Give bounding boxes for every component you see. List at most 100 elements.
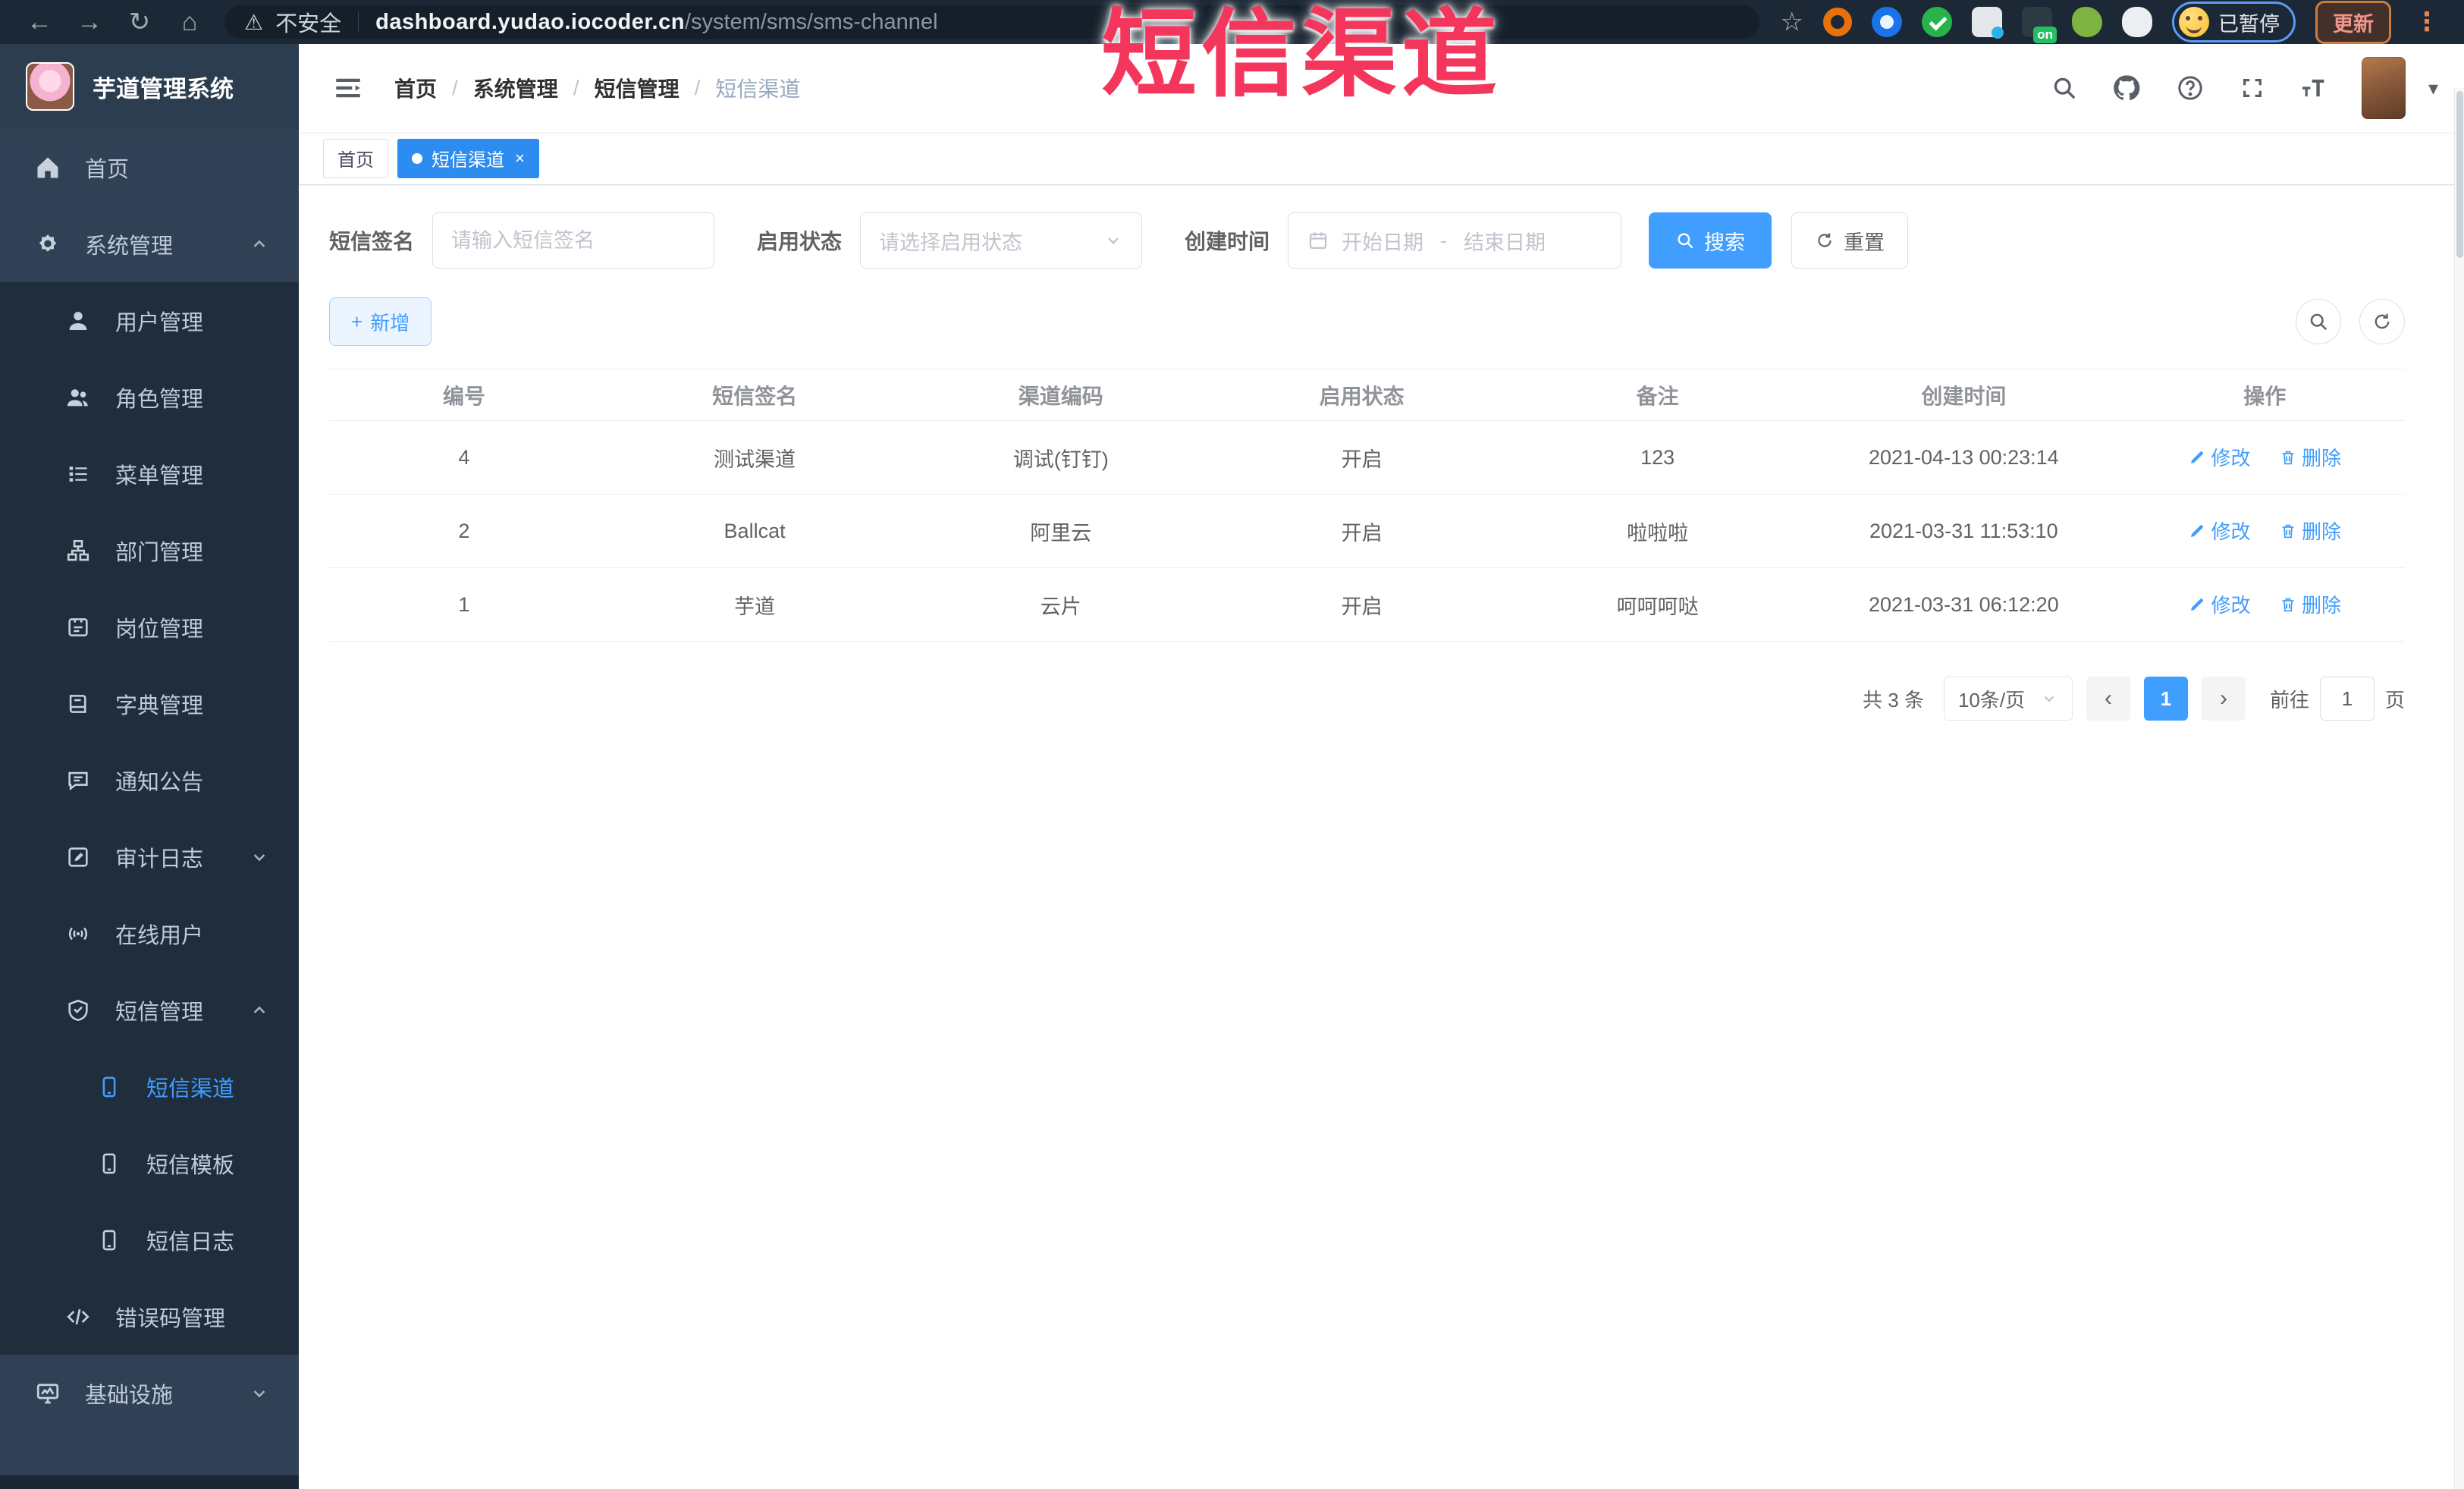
goto-page-input[interactable] — [2319, 677, 2375, 721]
cell-remark: 啦啦啦 — [1512, 494, 1803, 568]
prev-page-button[interactable]: ‹ — [2086, 677, 2130, 721]
sidebar-item-notice[interactable]: 通知公告 — [0, 742, 299, 818]
extension-icon[interactable] — [1823, 8, 1852, 36]
tab-sms-channel[interactable]: 短信渠道 × — [397, 138, 539, 178]
goto-label: 前往 — [2269, 688, 2309, 712]
cell-channel-code: 调试(钉钉) — [910, 420, 1212, 495]
extension-icon[interactable] — [2072, 7, 2102, 37]
add-button[interactable]: + 新增 — [329, 297, 432, 346]
sidebar-item-role-management[interactable]: 角色管理 — [0, 359, 299, 435]
sidebar-item-sms-template[interactable]: 短信模板 — [0, 1125, 299, 1202]
chevron-up-icon — [249, 234, 270, 255]
edit-link[interactable]: 修改 — [2188, 517, 2250, 545]
cell-remark: 呵呵呵哒 — [1512, 567, 1803, 642]
column-header: 备注 — [1512, 369, 1803, 421]
edit-link[interactable]: 修改 — [2188, 590, 2250, 618]
home-icon[interactable]: ⌂ — [170, 5, 209, 39]
reload-icon[interactable]: ↻ — [120, 5, 159, 39]
sidebar-item-label: 角色管理 — [115, 387, 204, 412]
page-unit-label: 页 — [2384, 688, 2405, 712]
sidebar-item-audit-log[interactable]: 审计日志 — [0, 818, 299, 895]
fullscreen-icon[interactable] — [2239, 74, 2266, 102]
add-button-label: 新增 — [370, 311, 410, 335]
edit-link[interactable]: 修改 — [2188, 443, 2250, 471]
page-size-select[interactable]: 10条/页 — [1943, 677, 2073, 721]
bookmark-star-icon[interactable]: ☆ — [1781, 7, 1803, 37]
reset-button-label: 重置 — [1844, 231, 1885, 254]
search-icon[interactable] — [2051, 74, 2078, 102]
paused-extension-badge[interactable]: 已暂停 — [2172, 2, 2296, 42]
extension-icon[interactable] — [1972, 7, 2004, 39]
forward-icon[interactable]: → — [70, 5, 109, 39]
font-size-icon[interactable] — [2299, 74, 2328, 102]
sidebar-item-menu-management[interactable]: 菜单管理 — [0, 435, 299, 512]
sidebar-item-sms-management[interactable]: 短信管理 — [0, 972, 299, 1048]
sidebar-item-sms-channel[interactable]: 短信渠道 — [0, 1048, 299, 1125]
extension-icon[interactable] — [2022, 7, 2057, 43]
announcement-icon — [64, 768, 93, 793]
page-scrollbar[interactable] — [2454, 88, 2464, 1489]
extension-icon[interactable] — [1872, 7, 1902, 37]
page-number-1[interactable]: 1 — [2143, 677, 2188, 721]
status-select[interactable]: 请选择启用状态 — [860, 212, 1143, 269]
back-icon[interactable]: ← — [20, 5, 59, 39]
sign-input[interactable] — [451, 228, 696, 253]
chevron-down-icon — [249, 847, 270, 868]
hamburger-icon[interactable] — [325, 64, 372, 112]
sidebar-item-system-management[interactable]: 系统管理 — [0, 206, 299, 282]
sidebar-item-sms-log[interactable]: 短信日志 — [0, 1202, 299, 1278]
sidebar-item-error-code[interactable]: 错误码管理 — [0, 1278, 299, 1355]
sidebar-item-infrastructure[interactable]: 基础设施 — [0, 1355, 299, 1431]
sidebar-item-post-management[interactable]: 岗位管理 — [0, 589, 299, 665]
audit-log-icon — [64, 844, 93, 870]
table-row: 1 芋道 云片 开启 呵呵呵哒 2021-03-31 06:12:20 修改 删… — [329, 567, 2405, 642]
tab-home[interactable]: 首页 — [323, 138, 388, 178]
security-label[interactable]: 不安全 — [275, 6, 341, 38]
users-icon — [64, 385, 93, 410]
column-header: 创建时间 — [1803, 369, 2125, 421]
toggle-search-icon[interactable] — [2296, 299, 2341, 344]
refresh-table-icon[interactable] — [2359, 299, 2405, 344]
browser-update-button[interactable]: 更新 — [2315, 0, 2391, 44]
extension-icon[interactable] — [1922, 7, 1952, 37]
date-range-picker[interactable]: 开始日期 - 结束日期 — [1288, 212, 1622, 269]
scrollbar-thumb[interactable] — [2456, 91, 2463, 258]
caret-down-icon[interactable]: ▾ — [2428, 77, 2438, 100]
sidebar-item-department-management[interactable]: 部门管理 — [0, 512, 299, 589]
breadcrumb-item[interactable]: 系统管理 — [473, 73, 558, 103]
breadcrumb-item[interactable]: 首页 — [394, 73, 437, 103]
close-icon[interactable]: × — [515, 149, 525, 168]
breadcrumb-item[interactable]: 短信管理 — [595, 73, 680, 103]
sidebar-item-home[interactable]: 首页 — [0, 129, 299, 206]
cell-status: 开启 — [1211, 567, 1513, 642]
browser-menu-icon[interactable]: ⋮ — [2411, 7, 2444, 37]
sidebar-logo[interactable]: 芋道管理系统 — [0, 44, 299, 129]
delete-link[interactable]: 删除 — [2279, 443, 2341, 471]
paused-label: 已暂停 — [2218, 12, 2280, 36]
sidebar-item-label: 在线用户 — [115, 923, 204, 948]
extension-icon[interactable] — [2122, 7, 2152, 37]
column-header: 编号 — [329, 369, 599, 421]
sidebar-item-label: 审计日志 — [115, 847, 204, 872]
next-page-button[interactable]: › — [2201, 677, 2246, 721]
reset-button[interactable]: 重置 — [1791, 212, 1909, 269]
avatar[interactable] — [2361, 57, 2406, 119]
github-icon[interactable] — [2111, 73, 2142, 103]
sidebar-item-label: 首页 — [85, 157, 130, 182]
delete-link[interactable]: 删除 — [2279, 590, 2341, 618]
monitor-icon — [33, 1380, 62, 1407]
delete-label: 删除 — [2301, 594, 2341, 617]
address-bar[interactable]: ⚠ 不安全 dashboard.yudao.iocoder.cn/system/… — [224, 5, 1759, 39]
help-icon[interactable] — [2175, 73, 2205, 103]
delete-link[interactable]: 删除 — [2279, 517, 2341, 545]
sidebar-item-user-management[interactable]: 用户管理 — [0, 282, 299, 359]
sidebar-item-label: 短信管理 — [115, 1000, 204, 1025]
search-button[interactable]: 搜索 — [1649, 212, 1772, 269]
sidebar-item-online-users[interactable]: 在线用户 — [0, 895, 299, 972]
user-icon — [64, 308, 93, 334]
sidebar-item-dict-management[interactable]: 字典管理 — [0, 665, 299, 742]
tab-label: 首页 — [337, 150, 374, 171]
url-path: /system/sms/sms-channel — [684, 9, 938, 34]
chevron-down-icon — [1103, 231, 1123, 250]
browser-extensions-area: ☆ 已暂停 更新 ⋮ — [1781, 0, 2444, 44]
